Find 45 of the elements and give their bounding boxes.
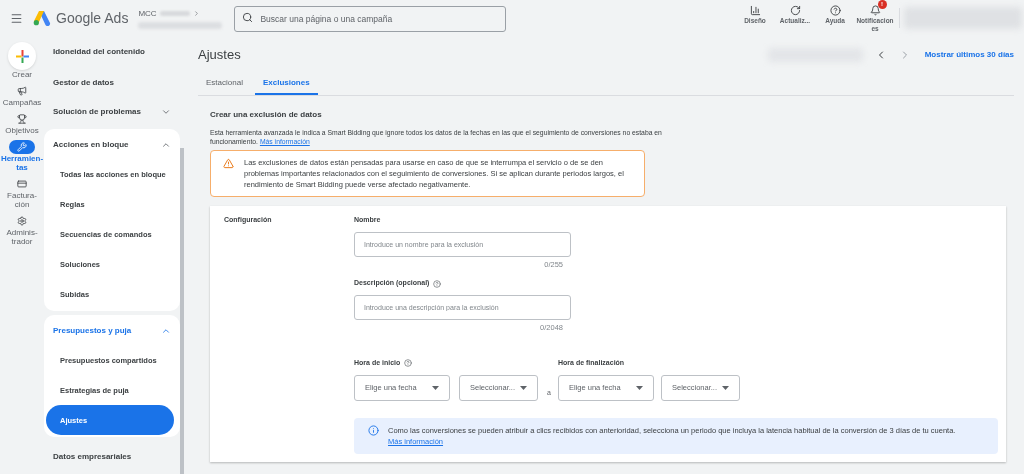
sidebar-item[interactable]: Datos empresariales <box>44 441 180 472</box>
dropdown-caret-icon <box>432 386 439 390</box>
rail-item[interactable]: Objetivos <box>0 112 44 135</box>
rail-icon <box>17 114 27 124</box>
sidebar-group-header[interactable]: Presupuestos y puja <box>44 317 180 345</box>
redacted-block <box>159 11 190 16</box>
tab[interactable]: Estacional <box>198 73 251 95</box>
rail-item[interactable]: Herramien-tas <box>0 140 44 172</box>
dropdown-caret-icon <box>520 386 527 390</box>
dropdown-caret-icon <box>636 386 643 390</box>
help-icon[interactable] <box>404 358 413 367</box>
plus-icon <box>15 49 29 63</box>
help-icon[interactable] <box>433 279 442 288</box>
toolbar-icon <box>749 5 761 16</box>
date-range-link[interactable]: Mostrar últimos 30 días <box>924 49 1014 61</box>
product-name: Google Ads <box>56 8 129 28</box>
rail-item[interactable]: Crear <box>0 42 44 79</box>
tab[interactable]: Exclusiones <box>254 73 318 95</box>
rail-icon <box>17 86 27 96</box>
account-label: MCC <box>138 7 157 20</box>
rail-item[interactable]: Campañas <box>0 84 44 107</box>
search-field[interactable]: Buscar una página o una campaña <box>234 5 507 32</box>
menu-icon[interactable] <box>10 11 23 25</box>
rail-item[interactable]: Factura-ción <box>0 177 44 209</box>
info-icon <box>368 425 379 436</box>
search-icon <box>242 12 254 23</box>
section-heading: Crear una exclusión de datos <box>210 109 323 121</box>
rail-icon <box>17 216 27 226</box>
chevron-right-icon <box>192 10 200 17</box>
sidebar-group-header[interactable]: Acciones en bloque <box>44 131 180 159</box>
google-ads-logo-icon <box>33 10 51 26</box>
page-title: Ajustes <box>198 46 241 65</box>
chevron-icon <box>161 140 171 150</box>
dropdown-caret-icon <box>722 386 729 390</box>
chevron-icon <box>161 107 171 117</box>
toolbar-icon <box>869 5 881 16</box>
warning-icon <box>223 158 234 169</box>
toolbar-icon <box>789 5 801 16</box>
sidebar-item[interactable]: Idoneidad del contenido <box>44 36 180 67</box>
sidebar-item[interactable]: Gestor de datos <box>44 67 180 98</box>
sidebar-group-header[interactable]: Solución de problemas <box>44 98 180 126</box>
rail-icon <box>17 179 27 189</box>
rail-item[interactable]: Adminis-trador <box>0 214 44 246</box>
toolbar-icon <box>829 5 841 16</box>
chevron-icon <box>161 326 171 336</box>
